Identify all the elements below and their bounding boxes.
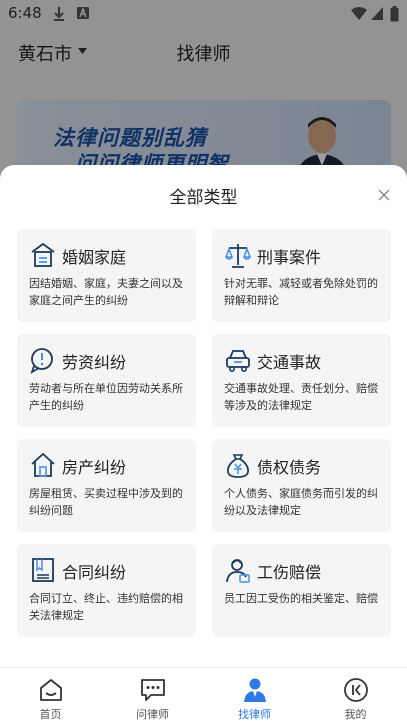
category-title: 交通事故: [257, 353, 322, 372]
category-card-labor[interactable]: 劳资纠纷 劳动者与所在单位因劳动关系所产生的纠纷: [17, 334, 196, 427]
category-card-contract[interactable]: 合同纠纷 合同订立、终止、违约赔偿的相关法律规定: [17, 544, 196, 637]
scales-icon: [224, 244, 252, 268]
category-sheet: 全部类型 婚姻家庭 因结婚姻、家庭，夫妻之间以及家庭之间产生的纠纷 刑事案件 针…: [0, 165, 407, 667]
nav-home[interactable]: 首页: [0, 668, 101, 725]
category-desc: 个人债务、家庭债务而引发的纠纷以及法律规定: [224, 487, 378, 517]
category-title: 债权债务: [257, 458, 322, 477]
category-desc: 交通事故处理、责任划分、赔偿等涉及的法律规定: [224, 382, 378, 412]
category-title: 合同纠纷: [62, 563, 127, 582]
nav-profile[interactable]: 我的: [305, 668, 406, 725]
category-card-property[interactable]: 房产纠纷 房屋租赁、买卖过程中涉及到的纠纷问题: [17, 439, 196, 532]
category-desc: 合同订立、终止、违约赔偿的相关法律规定: [29, 592, 183, 622]
category-title: 工伤赔偿: [257, 563, 322, 582]
bottom-nav: 首页 问律师 找律师 我的: [0, 667, 407, 725]
contract-book-icon: [32, 558, 54, 582]
nav-label: 找律师: [238, 708, 271, 721]
category-title: 房产纠纷: [62, 458, 127, 477]
category-desc: 针对无罪、减轻或者免除处罚的辩解和辩论: [224, 277, 378, 307]
nav-find-lawyer[interactable]: 找律师: [204, 668, 305, 725]
category-desc: 因结婚姻、家庭，夫妻之间以及家庭之间产生的纠纷: [29, 277, 183, 307]
nav-ask-lawyer[interactable]: 问律师: [102, 668, 203, 725]
category-desc: 劳动者与所在单位因劳动关系所产生的纠纷: [29, 382, 183, 412]
category-card-criminal[interactable]: 刑事案件 针对无罪、减轻或者免除处罚的辩解和辩论: [212, 229, 391, 322]
nav-label: 首页: [39, 708, 62, 721]
sheet-title: 全部类型: [169, 188, 238, 208]
house-icon: [31, 452, 55, 477]
lawyer-icon: [244, 678, 266, 702]
profile-icon: [344, 678, 368, 702]
category-title: 刑事案件: [257, 248, 322, 267]
category-card-debt[interactable]: 债权债务 个人债务、家庭债务而引发的纠纷以及法律规定: [212, 439, 391, 532]
category-card-marriage[interactable]: 婚姻家庭 因结婚姻、家庭，夫妻之间以及家庭之间产生的纠纷: [17, 229, 196, 322]
home-icon: [40, 679, 62, 701]
category-card-traffic[interactable]: 交通事故 交通事故处理、责任划分、赔偿等涉及的法律规定: [212, 334, 391, 427]
category-title: 劳资纠纷: [62, 353, 127, 372]
chat-warning-icon: [30, 348, 53, 374]
category-card-injury[interactable]: 工伤赔偿 员工因工受伤的相关鉴定、赔偿: [212, 544, 391, 637]
category-desc: 房屋租赁、买卖过程中涉及到的纠纷问题: [29, 487, 183, 517]
family-home-icon: [31, 242, 55, 267]
car-icon: [226, 350, 250, 372]
category-title: 婚姻家庭: [62, 248, 127, 267]
money-bag-icon: [227, 454, 249, 478]
category-desc: 员工因工受伤的相关鉴定、赔偿: [224, 592, 378, 605]
chat-icon: [141, 679, 165, 701]
nav-label: 我的: [344, 708, 367, 721]
injured-worker-icon: [226, 559, 250, 583]
nav-label: 问律师: [136, 708, 169, 721]
close-icon[interactable]: [378, 189, 390, 201]
